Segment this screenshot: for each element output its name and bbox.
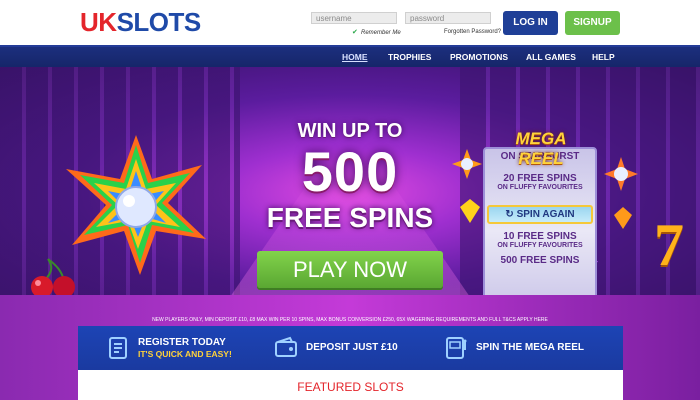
reel-row: 500 FREE SPINS [485, 255, 595, 266]
step-register[interactable]: REGISTER TODAY IT'S QUICK AND EASY! [106, 326, 232, 370]
gem-icon [614, 207, 632, 229]
step-deposit-title: DEPOSIT JUST £10 [306, 342, 398, 353]
remember-me[interactable]: ✔ Remember Me [352, 29, 401, 37]
reel-row-sub: ON FLUFFY FAVOURITES [497, 184, 583, 191]
play-now-button[interactable]: PLAY NOW [257, 251, 443, 288]
page: UKSLOTS ✔ Remember Me Forgotten Password… [0, 0, 700, 400]
register-form-icon [109, 337, 127, 359]
step-register-title: REGISTER TODAY [138, 336, 226, 348]
featured-slots-title: FEATURED SLOTS [297, 380, 404, 394]
nav-item-promotions[interactable]: PROMOTIONS [450, 51, 508, 63]
nav-item-home[interactable]: HOME [342, 51, 368, 63]
reel-row-main: 10 FREE SPINS [503, 231, 577, 242]
slot-machine-icon [446, 337, 467, 359]
reel-row: 10 FREE SPINS ON FLUFFY FAVOURITES [485, 231, 595, 250]
mega-reel[interactable]: ON STARBURST 20 FREE SPINS ON FLUFFY FAV… [477, 129, 603, 295]
main-nav: HOME TROPHIES PROMOTIONS ALL GAMES HELP [0, 45, 700, 67]
spin-again-label: SPIN AGAIN [516, 209, 575, 220]
hero-subheadline: FREE SPINS [266, 202, 434, 233]
reel-row: 20 FREE SPINS ON FLUFFY FAVOURITES [485, 173, 595, 192]
steps-bar: REGISTER TODAY IT'S QUICK AND EASY! DEPO… [78, 326, 623, 370]
starburst-gem-icon [604, 157, 638, 191]
header: UKSLOTS ✔ Remember Me Forgotten Password… [0, 0, 700, 45]
reel-row-main: 20 FREE SPINS [503, 173, 577, 184]
nav-item-all-games[interactable]: ALL GAMES [526, 51, 576, 63]
brand-logo-uk: UK [80, 7, 117, 37]
step-deposit[interactable]: DEPOSIT JUST £10 [274, 326, 398, 370]
step-register-subtitle: IT'S QUICK AND EASY! [138, 348, 232, 359]
featured-slots-section: FEATURED SLOTS [78, 370, 623, 400]
wallet-icon [275, 336, 297, 357]
forgot-password-link[interactable]: Forgotten Password? [444, 28, 501, 36]
spin-again-button[interactable]: ↻ SPIN AGAIN [487, 205, 593, 224]
login-button[interactable]: LOG IN [503, 11, 558, 35]
check-icon[interactable]: ✔ [352, 29, 358, 36]
starburst-gem-icon [66, 135, 206, 275]
brand-logo[interactable]: UKSLOTS [80, 7, 201, 37]
reel-row-main: 500 FREE SPINS [500, 255, 580, 266]
brand-logo-slots: SLOTS [116, 7, 202, 37]
step-spin-reel[interactable]: SPIN THE MEGA REEL [444, 326, 584, 370]
hero-amount: 500 [301, 140, 399, 203]
password-input[interactable] [405, 12, 491, 24]
reel-row-sub: ON FLUFFY FAVOURITES [497, 242, 583, 249]
nav-item-help[interactable]: HELP [592, 51, 615, 63]
cherry-icon [31, 258, 75, 298]
signup-button[interactable]: SIGNUP [565, 11, 620, 35]
remember-me-label: Remember Me [361, 30, 401, 36]
mega-reel-title: MEGA REEL [515, 129, 567, 168]
username-input[interactable] [311, 12, 397, 24]
seven-icon: 7 [654, 212, 684, 278]
terms-disclaimer[interactable]: NEW PLAYERS ONLY, MIN DEPOSIT £10, £8 MA… [60, 317, 640, 324]
mega-reel-strip: ON STARBURST 20 FREE SPINS ON FLUFFY FAV… [483, 147, 597, 295]
step-spin-reel-title: SPIN THE MEGA REEL [476, 342, 584, 353]
nav-item-trophies[interactable]: TROPHIES [388, 51, 431, 63]
spin-arrow-icon: ↻ [505, 209, 517, 220]
